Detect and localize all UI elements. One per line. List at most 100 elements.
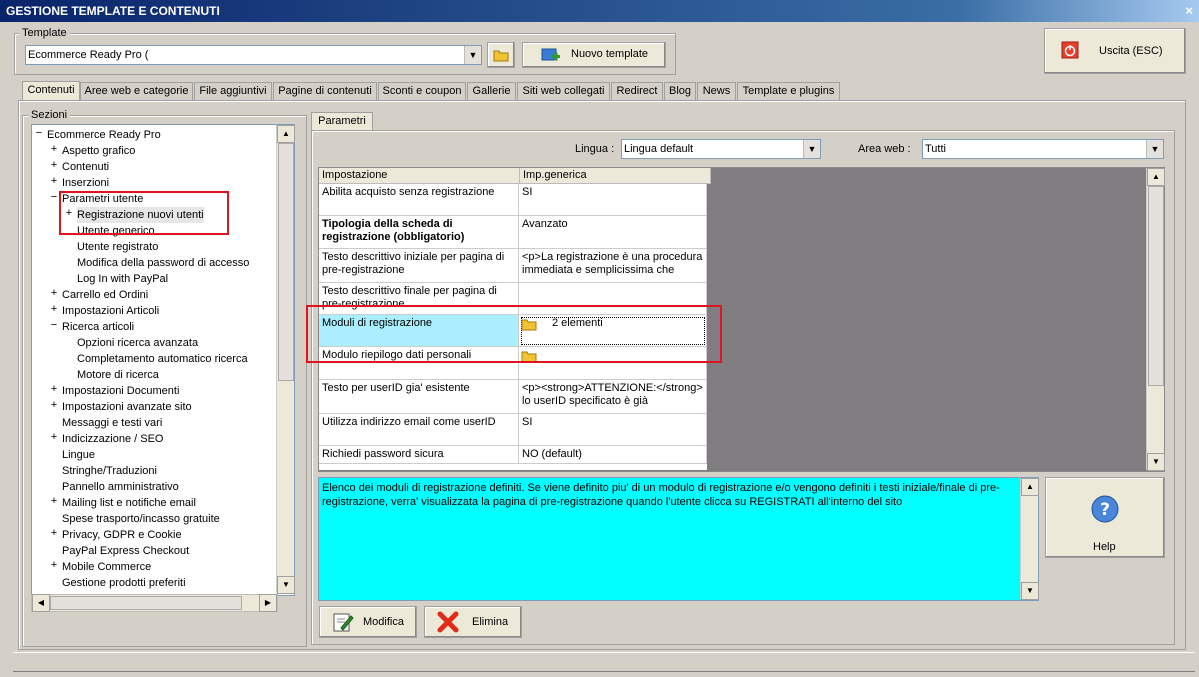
tree-item[interactable]: Ecommerce Ready Pro (47, 127, 161, 143)
tree-item[interactable]: Ricerca articoli (62, 319, 134, 335)
grid-setting-value[interactable]: Avanzato (519, 216, 707, 249)
tree-item[interactable]: Stringhe/Traduzioni (62, 463, 157, 479)
scroll-up-icon[interactable]: ▲ (277, 125, 295, 143)
tree-item[interactable]: Carrello ed Ordini (62, 287, 148, 303)
tree-horizontal-scrollbar[interactable]: ◀ ▶ (31, 594, 278, 612)
description-box[interactable]: Elenco dei moduli di registrazione defin… (318, 477, 1039, 601)
grid-setting-name[interactable]: Utilizza indirizzo email come userID (319, 414, 519, 446)
tree-item[interactable]: Indicizzazione / SEO (62, 431, 164, 447)
tree-item[interactable]: PayPal Express Checkout (62, 543, 189, 559)
column-header-impostazione[interactable]: Impostazione (319, 168, 520, 184)
tab-news[interactable]: News (697, 82, 736, 100)
expand-icon[interactable]: + (50, 175, 58, 187)
chevron-down-icon[interactable]: ▼ (464, 46, 481, 64)
expand-icon[interactable]: + (50, 143, 58, 155)
tree-item[interactable]: Opzioni ricerca avanzata (77, 335, 198, 351)
grid-setting-value[interactable]: <p><strong>ATTENZIONE:</strong> lo userI… (519, 380, 707, 414)
area-select[interactable]: Tutti ▼ (922, 139, 1164, 159)
tab-sconti-coupon[interactable]: Sconti e coupon (378, 82, 466, 100)
lingua-select[interactable]: Lingua default ▼ (621, 139, 821, 159)
window-title: GESTIONE TEMPLATE E CONTENUTI (6, 4, 220, 18)
grid-setting-value[interactable]: <p>La registrazione è una procedura imme… (519, 249, 707, 283)
tab-redirect[interactable]: Redirect (611, 82, 663, 100)
expand-icon[interactable]: + (50, 383, 58, 395)
tree-item[interactable]: Gestione prodotti preferiti (62, 575, 186, 591)
expand-icon[interactable]: + (50, 287, 58, 299)
scroll-left-icon[interactable]: ◀ (32, 594, 50, 612)
grid-setting-value[interactable]: SI (519, 414, 707, 446)
collapse-icon[interactable]: − (35, 127, 43, 139)
tree-item[interactable]: Spese trasporto/incasso gratuite (62, 511, 220, 527)
tab-file-aggiuntivi[interactable]: File aggiuntivi (194, 82, 272, 100)
column-header-valore[interactable]: Imp.generica (520, 168, 711, 184)
description-scrollbar[interactable]: ▲ ▼ (1020, 478, 1039, 600)
tree-item[interactable]: Log In with PayPal (77, 271, 168, 287)
chevron-down-icon[interactable]: ▼ (803, 140, 820, 158)
tree-item[interactable]: Mobile Commerce (62, 559, 151, 575)
title-bar: GESTIONE TEMPLATE E CONTENUTI × (0, 0, 1199, 22)
scroll-down-icon[interactable]: ▼ (1147, 453, 1165, 471)
scroll-thumb[interactable] (278, 143, 294, 381)
grid-setting-value[interactable]: NO (default) (519, 446, 707, 464)
tab-pagine-contenuti[interactable]: Pagine di contenuti (273, 82, 377, 100)
exit-button[interactable]: Uscita (ESC) (1044, 28, 1186, 74)
modify-button[interactable]: Modifica (319, 606, 417, 638)
grid-vertical-scrollbar[interactable]: ▲ ▼ (1146, 168, 1165, 471)
close-icon[interactable]: × (1185, 0, 1193, 22)
tree-item[interactable]: Completamento automatico ricerca (77, 351, 248, 367)
chevron-down-icon[interactable]: ▼ (1146, 140, 1163, 158)
grid-setting-name[interactable]: Abilita acquisto senza registrazione (319, 184, 519, 216)
new-template-button[interactable]: Nuovo template (522, 42, 666, 68)
open-template-button[interactable] (487, 42, 515, 68)
tab-aree-web[interactable]: Aree web e categorie (80, 82, 193, 100)
tree-item[interactable]: Motore di ricerca (77, 367, 159, 383)
grid-setting-name[interactable]: Richiedi password sicura (319, 446, 519, 464)
tree-item[interactable]: Privacy, GDPR e Cookie (62, 527, 182, 543)
tree-item[interactable]: Messaggi e testi vari (62, 415, 162, 431)
tree-item[interactable]: Inserzioni (62, 175, 109, 191)
grid-setting-value[interactable]: SI (519, 184, 707, 216)
tree-item[interactable]: Aspetto grafico (62, 143, 135, 159)
grid-setting-name[interactable]: Testo descrittivo iniziale per pagina di… (319, 249, 519, 283)
tab-parametri[interactable]: Parametri (311, 112, 373, 132)
expand-icon[interactable]: + (50, 159, 58, 171)
collapse-icon[interactable]: − (50, 319, 58, 331)
tab-contenuti[interactable]: Contenuti (22, 81, 80, 101)
lingua-value: Lingua default (624, 143, 694, 155)
tree-item[interactable]: Impostazioni avanzate sito (62, 399, 192, 415)
collapse-icon[interactable]: − (50, 191, 58, 203)
expand-icon[interactable]: + (50, 559, 58, 571)
help-button[interactable]: ? Help (1045, 477, 1165, 558)
help-label: Help (1093, 541, 1116, 553)
expand-icon[interactable]: + (50, 495, 58, 507)
expand-icon[interactable]: + (50, 527, 58, 539)
tab-template-plugins[interactable]: Template e plugins (737, 82, 840, 100)
tree-item[interactable]: Pannello amministrativo (62, 479, 179, 495)
tree-item[interactable]: Mailing list e notifiche email (62, 495, 196, 511)
tab-blog[interactable]: Blog (664, 82, 696, 100)
tree-item[interactable]: Lingue (62, 447, 95, 463)
tree-item[interactable]: Impostazioni Articoli (62, 303, 159, 319)
expand-icon[interactable]: + (50, 303, 58, 315)
scroll-thumb[interactable] (50, 596, 242, 610)
tree-item[interactable]: Modifica della password di accesso (77, 255, 249, 271)
expand-icon[interactable]: + (50, 399, 58, 411)
scroll-thumb[interactable] (1148, 186, 1164, 386)
scroll-up-icon[interactable]: ▲ (1021, 478, 1039, 496)
tree-vertical-scrollbar[interactable]: ▲ ▼ (276, 125, 295, 594)
tab-siti-collegati[interactable]: Siti web collegati (517, 82, 610, 100)
scroll-up-icon[interactable]: ▲ (1147, 168, 1165, 186)
tree-item[interactable]: Contenuti (62, 159, 109, 175)
scroll-right-icon[interactable]: ▶ (259, 594, 277, 612)
scroll-down-icon[interactable]: ▼ (277, 576, 295, 594)
delete-button[interactable]: Elimina (424, 606, 522, 638)
tab-label: Sconti e coupon (382, 85, 462, 97)
scroll-down-icon[interactable]: ▼ (1021, 582, 1039, 600)
tree-item[interactable]: Utente registrato (77, 239, 158, 255)
tab-gallerie[interactable]: Gallerie (467, 82, 516, 100)
template-select[interactable]: Ecommerce Ready Pro ( ▼ (25, 45, 482, 65)
expand-icon[interactable]: + (50, 431, 58, 443)
grid-setting-name[interactable]: Testo per userID gia' esistente (319, 380, 519, 414)
tree-item[interactable]: Impostazioni Documenti (62, 383, 179, 399)
grid-setting-name[interactable]: Tipologia della scheda di registrazione … (319, 216, 519, 249)
